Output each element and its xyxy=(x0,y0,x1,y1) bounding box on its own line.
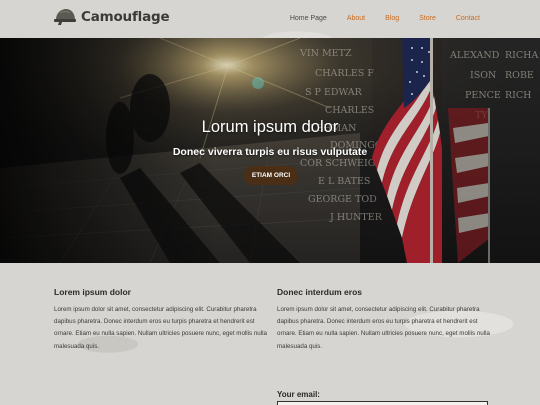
column-heading: Donec interdum eros xyxy=(277,287,363,297)
site-header: Camouflage Home Page About Blog Store Co… xyxy=(0,0,540,38)
content-column-left: Lorem ipsum dolor Lorem ipsum dolor sit … xyxy=(54,287,269,353)
column-text: Lorem ipsum dolor sit amet, consectetur … xyxy=(277,306,490,350)
column-heading: Lorem ipsum dolor xyxy=(54,287,131,297)
nav-blog[interactable]: Blog xyxy=(385,15,399,22)
nav-store[interactable]: Store xyxy=(419,15,436,22)
email-label: Your email: xyxy=(277,390,320,399)
column-text: Lorem ipsum dolor sit amet, consectetur … xyxy=(54,306,267,350)
email-field[interactable] xyxy=(277,401,488,405)
main-nav: Home Page About Blog Store Contact xyxy=(270,15,480,22)
nav-contact[interactable]: Contact xyxy=(456,15,480,22)
logo-text: Camouflage xyxy=(81,9,170,25)
nav-home[interactable]: Home Page xyxy=(290,15,327,22)
army-helmet-icon xyxy=(54,9,76,25)
hero-subtitle: Donec viverra turpis eu risus vulputate xyxy=(172,146,368,158)
content-column-right: Donec interdum eros Lorem ipsum dolor si… xyxy=(277,287,492,353)
hero-title: Lorum ipsum dolor xyxy=(201,118,339,136)
site-logo[interactable]: Camouflage xyxy=(54,8,170,26)
nav-about[interactable]: About xyxy=(347,15,365,22)
hero-cta-button[interactable]: ETIAM ORCI xyxy=(244,166,298,185)
hero-banner: VIN METZ CHARLES F S P EDWAR CHARLES LEH… xyxy=(0,38,540,263)
